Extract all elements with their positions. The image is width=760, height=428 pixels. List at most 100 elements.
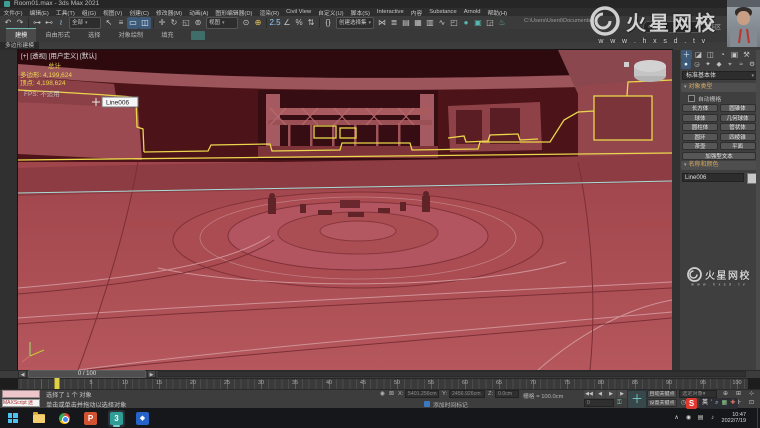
unlink-icon[interactable]: ⊷ bbox=[43, 17, 55, 29]
textplus-button[interactable]: 加强型文本 bbox=[682, 152, 756, 160]
plane-button[interactable]: 平面 bbox=[720, 142, 756, 150]
pyramid-button[interactable]: 四棱锥 bbox=[720, 133, 756, 141]
file-explorer-button[interactable] bbox=[30, 410, 47, 427]
set-key-icon[interactable]: ⚿ bbox=[617, 400, 621, 407]
current-frame-field[interactable]: 0 bbox=[584, 399, 614, 407]
command-panel-tabs[interactable]: ＋◪◫◔▣⚒ bbox=[681, 50, 759, 60]
ribbon-tab-freeform[interactable]: 自由形式 bbox=[36, 29, 79, 42]
rendered-frame-icon[interactable]: ◲ bbox=[484, 17, 496, 29]
named-sets-dropdown[interactable]: 创建选择集▾ bbox=[336, 17, 374, 29]
motion-tab-icon[interactable]: ◔ bbox=[717, 50, 728, 60]
toggle-ribbon-icon[interactable]: ▦ bbox=[412, 17, 424, 29]
start-button[interactable] bbox=[4, 410, 21, 427]
ime-board-icon[interactable]: ▦ bbox=[722, 398, 728, 409]
geosphere-button[interactable]: 几何球体 bbox=[720, 114, 756, 122]
menu-bar[interactable]: 文件(F)编辑(E)工具(T)组(G)视图(V)创建(C)修改器(M)动画(A)… bbox=[0, 8, 760, 16]
undo-icon[interactable]: ↶ bbox=[2, 17, 14, 29]
track-bar[interactable]: 5101520253035404550556065707580859095100 bbox=[18, 378, 748, 389]
select-object-icon[interactable]: ↖ bbox=[103, 17, 115, 29]
render-setup-icon[interactable]: ▣ bbox=[472, 17, 484, 29]
panel-scrollbar[interactable] bbox=[756, 50, 760, 370]
shapes-category-icon[interactable]: ◶ bbox=[692, 60, 702, 69]
tray-chevron-icon[interactable]: ∧ bbox=[673, 412, 681, 424]
ribbon-tab-selection[interactable]: 选择 bbox=[79, 29, 109, 42]
display-tab-icon[interactable]: ▣ bbox=[729, 50, 740, 60]
pivot-center-icon[interactable]: ⊙ bbox=[240, 17, 252, 29]
checkbox-icon[interactable] bbox=[688, 95, 695, 102]
ribbon-extra-icon[interactable] bbox=[191, 31, 205, 40]
go-start-icon[interactable]: ◀◀ bbox=[584, 390, 594, 398]
window-crossing-icon[interactable]: ◫ bbox=[139, 17, 151, 29]
utilities-tab-icon[interactable]: ⚒ bbox=[741, 50, 752, 60]
hierarchy-tab-icon[interactable]: ◫ bbox=[705, 50, 716, 60]
percent-snap-icon[interactable]: % bbox=[293, 17, 305, 29]
tray-volume-icon[interactable]: ♪ bbox=[709, 412, 717, 424]
ime-mode-label[interactable]: 英 bbox=[702, 398, 708, 409]
z-coordinate-field[interactable]: 0.0cm bbox=[495, 390, 519, 398]
schematic-view-icon[interactable]: ◰ bbox=[448, 17, 460, 29]
isolate-toggle-icon[interactable]: ◉ bbox=[380, 391, 385, 397]
x-coordinate-field[interactable]: 5401.256cm bbox=[405, 390, 439, 398]
cameras-category-icon[interactable]: ◆ bbox=[714, 60, 724, 69]
frame-back-button[interactable]: ◀ bbox=[18, 370, 27, 378]
blue-app-button[interactable]: ◆ bbox=[134, 410, 151, 427]
create-categories[interactable]: ●◶✦◆⌖≈⚙ bbox=[681, 60, 759, 69]
tube-button[interactable]: 管状体 bbox=[720, 123, 756, 131]
sogou-icon[interactable]: S bbox=[686, 398, 697, 409]
next-frame-icon[interactable]: ▶ bbox=[617, 390, 627, 398]
tray-mic-icon[interactable]: ◉ bbox=[685, 412, 693, 424]
ref-coord-dropdown[interactable]: 视图▾ bbox=[206, 17, 238, 29]
maxscript-mini-listener[interactable]: MAXScript 迷 bbox=[2, 399, 40, 407]
selection-lock-icon[interactable]: ⊠ bbox=[389, 391, 394, 397]
primitives-dropdown[interactable]: 标准基本体 ▾ bbox=[682, 71, 758, 80]
viewport[interactable]: [+] [透视] [用户定义] [默认] 总计 多边形: 4,199,624 顶… bbox=[18, 50, 672, 370]
set-key-button[interactable]: 设置关键点 bbox=[647, 399, 677, 407]
menu-item[interactable]: Interactive bbox=[373, 9, 407, 15]
y-coordinate-field[interactable]: 2456.926cm bbox=[449, 390, 485, 398]
angle-snap-icon[interactable]: ∠ bbox=[281, 17, 293, 29]
polygon-modeling-panel[interactable]: 多边形建模 bbox=[0, 42, 39, 50]
object-name-field[interactable]: Line006 bbox=[682, 173, 744, 182]
bind-spacewarp-icon[interactable]: ≀ bbox=[55, 17, 67, 29]
box-button[interactable]: 长方体 bbox=[682, 104, 718, 112]
time-slider-handle[interactable]: 0 / 100 bbox=[28, 370, 146, 378]
prev-frame-icon[interactable]: ◀ bbox=[595, 390, 605, 398]
rect-region-icon[interactable]: ▭ bbox=[127, 17, 139, 29]
modify-tab-icon[interactable]: ◪ bbox=[693, 50, 704, 60]
macro-recorder-field[interactable] bbox=[2, 390, 40, 398]
torus-button[interactable]: 圆环 bbox=[682, 133, 718, 141]
ime-tools-icon[interactable]: ✚ bbox=[730, 398, 735, 409]
ime-punct-icon[interactable]: ' bbox=[711, 398, 712, 409]
helpers-category-icon[interactable]: ⌖ bbox=[725, 60, 735, 69]
mirror-icon[interactable]: ⋈ bbox=[376, 17, 388, 29]
3dsmax-button[interactable]: 3 bbox=[108, 410, 125, 427]
tray-network-icon[interactable]: ▤ bbox=[697, 412, 705, 424]
viewport-canvas[interactable]: [+] [透视] [用户定义] [默认] 总计 多边形: 4,199,624 顶… bbox=[18, 50, 672, 370]
system-tray[interactable]: ∧◉▤♪ 10:47 2022/7/19 bbox=[673, 408, 746, 428]
scale-icon[interactable]: ◱ bbox=[180, 17, 192, 29]
ribbon-tab-object-paint[interactable]: 对象绘制 bbox=[110, 29, 153, 42]
cylinder-button[interactable]: 圆柱体 bbox=[682, 123, 718, 131]
redo-icon[interactable]: ↷ bbox=[14, 17, 26, 29]
align-icon[interactable]: ≣ bbox=[388, 17, 400, 29]
select-link-icon[interactable]: ⊶ bbox=[31, 17, 43, 29]
material-editor-icon[interactable]: ● bbox=[460, 17, 472, 29]
cone-button[interactable]: 圆锥体 bbox=[720, 104, 756, 112]
spacewarps-category-icon[interactable]: ≈ bbox=[736, 60, 746, 69]
tray-icons[interactable]: ∧ ◉ ▤ ♪ bbox=[673, 412, 717, 424]
geometry-category-icon[interactable]: ● bbox=[681, 60, 691, 69]
sogou-input-bar[interactable]: S 英 ' ⌕ ▦ ✚ bbox=[686, 397, 760, 409]
curve-editor-icon[interactable]: ∿ bbox=[436, 17, 448, 29]
layer-manager-icon[interactable]: ▤ bbox=[400, 17, 412, 29]
selection-filter-dropdown[interactable]: 全部▾ bbox=[69, 17, 101, 29]
chrome-button[interactable] bbox=[56, 410, 73, 427]
viewport-label[interactable]: [+] [透视] [用户定义] [默认] bbox=[21, 51, 97, 60]
ribbon-tab-modeling[interactable]: 建模 bbox=[6, 28, 36, 42]
frame-forward-button[interactable]: ▶ bbox=[147, 370, 156, 378]
ribbon-tab-populate[interactable]: 填充 bbox=[152, 29, 182, 42]
placement-icon[interactable]: ⊚ bbox=[192, 17, 204, 29]
autogrid-checkbox[interactable]: 自动栅格 bbox=[688, 94, 754, 102]
sphere-button[interactable]: 球体 bbox=[682, 114, 718, 122]
auto-key-button[interactable]: 自动关键点 bbox=[647, 390, 677, 398]
search-input[interactable]: ⌕ 搜索 bbox=[643, 21, 709, 33]
